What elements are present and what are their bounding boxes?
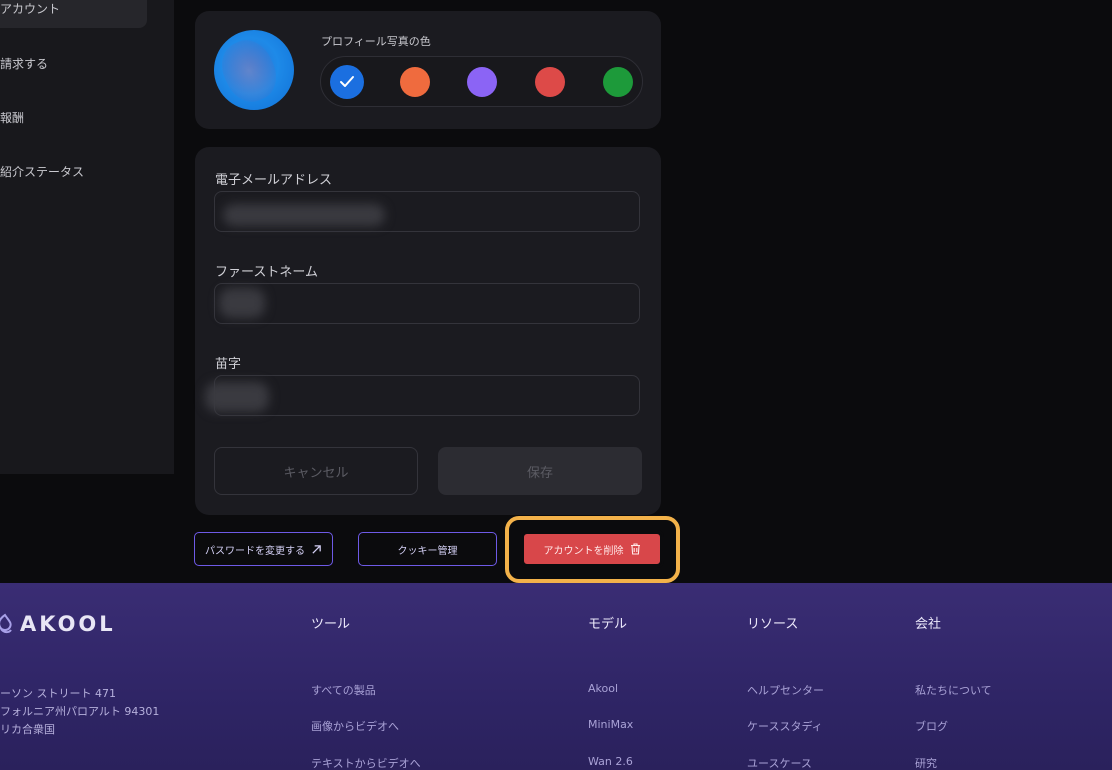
footer-link-wan[interactable]: Wan 2.6 xyxy=(588,755,633,768)
email-label: 電子メールアドレス xyxy=(215,173,333,188)
redacted-first-name xyxy=(219,288,265,318)
footer-heading-company: 会社 xyxy=(915,617,942,632)
footer-link-text-to-video[interactable]: テキストからビデオへ xyxy=(311,755,421,770)
delete-account-button[interactable]: アカウントを削除 xyxy=(522,532,662,566)
color-swatch-orange[interactable] xyxy=(400,67,430,97)
sidebar-item-account[interactable]: アカウント xyxy=(0,0,60,17)
address-line-2: フォルニア州パロアルト 94301 xyxy=(0,705,160,718)
change-password-label: パスワードを変更する xyxy=(205,545,305,557)
save-button[interactable]: 保存 xyxy=(438,447,642,495)
redacted-email xyxy=(223,204,385,226)
last-name-label: 苗字 xyxy=(215,357,242,372)
color-swatch-red[interactable] xyxy=(535,67,565,97)
site-footer xyxy=(0,583,1112,770)
delete-account-label: アカウントを削除 xyxy=(543,545,624,557)
color-swatch-group xyxy=(320,56,643,107)
first-name-field[interactable] xyxy=(214,283,640,324)
sidebar-item-rewards[interactable]: 報酬 xyxy=(0,109,24,126)
footer-link-image-to-video[interactable]: 画像からビデオへ xyxy=(311,718,399,734)
akool-logo-icon xyxy=(0,613,12,634)
brand-name: AKOOL xyxy=(20,612,116,636)
color-swatch-green[interactable] xyxy=(603,67,633,97)
footer-link-blog[interactable]: ブログ xyxy=(915,718,948,734)
sidebar-item-billing[interactable]: 請求する xyxy=(0,55,48,72)
redacted-last-name xyxy=(205,382,269,412)
avatar[interactable] xyxy=(214,30,294,110)
footer-link-minimax[interactable]: MiniMax xyxy=(588,718,633,731)
footer-link-help-center[interactable]: ヘルプセンター xyxy=(747,682,824,698)
footer-link-all-products[interactable]: すべての製品 xyxy=(311,682,376,698)
footer-heading-models: モデル xyxy=(588,617,628,632)
last-name-field[interactable] xyxy=(205,375,640,416)
footer-link-use-cases[interactable]: ユースケース xyxy=(747,755,812,770)
cookie-manage-button[interactable]: クッキー管理 xyxy=(358,532,497,566)
arrow-up-right-icon xyxy=(312,544,321,554)
profile-color-label: プロフィール写真の色 xyxy=(321,35,431,48)
footer-link-research[interactable]: 研究 xyxy=(915,755,937,770)
footer-heading-resources: リソース xyxy=(747,617,799,632)
check-icon xyxy=(340,76,354,87)
footer-link-case-studies[interactable]: ケーススタディ xyxy=(747,718,823,734)
email-field[interactable] xyxy=(214,191,640,232)
address-line-3: リカ合衆国 xyxy=(0,723,55,736)
cookie-manage-label: クッキー管理 xyxy=(397,545,458,557)
akool-logo[interactable]: AKOOL xyxy=(0,612,116,636)
cancel-button[interactable]: キャンセル xyxy=(214,447,418,495)
footer-link-about-us[interactable]: 私たちについて xyxy=(915,682,992,698)
footer-heading-tools: ツール xyxy=(311,617,351,632)
color-swatch-blue[interactable] xyxy=(332,67,362,97)
settings-sidebar: アカウント 請求する 報酬 紹介ステータス xyxy=(0,0,174,474)
address-line-1: ーソン ストリート 471 xyxy=(0,687,116,700)
sidebar-item-referral-status[interactable]: 紹介ステータス xyxy=(0,163,84,180)
footer-link-akool[interactable]: Akool xyxy=(588,682,618,695)
first-name-label: ファーストネーム xyxy=(215,265,318,280)
change-password-button[interactable]: パスワードを変更する xyxy=(194,532,333,566)
trash-icon xyxy=(630,543,640,555)
color-swatch-purple[interactable] xyxy=(467,67,497,97)
